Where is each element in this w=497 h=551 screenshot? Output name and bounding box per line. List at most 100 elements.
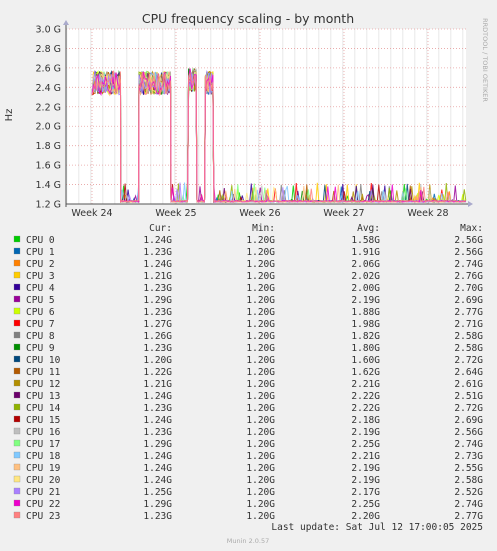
legend-value: 1.22G <box>143 367 172 378</box>
legend-value: 2.19G <box>351 475 380 486</box>
legend-value: 1.20G <box>246 319 275 330</box>
legend-value: 2.77G <box>454 307 483 318</box>
legend-value: 1.24G <box>143 391 172 402</box>
y-tick-label: 2.8 G <box>36 44 62 55</box>
legend-column-header: Avg: <box>357 223 380 234</box>
legend-value: 2.19G <box>351 295 380 306</box>
y-tick-label: 1.6 G <box>36 161 62 172</box>
legend-value: 2.25G <box>351 499 380 510</box>
legend-table: Cur: Min: Avg: Max: CPU 0 1.24G 1.20G 1.58G 2.56… <box>13 223 483 522</box>
legend-value: 2.72G <box>454 355 483 366</box>
legend-value: 2.06G <box>351 259 380 270</box>
legend-value: 1.20G <box>246 367 275 378</box>
x-tick-label: Week 25 <box>155 208 196 219</box>
y-axis-label: Hz <box>4 109 15 122</box>
legend-column-header: Min: <box>252 223 275 234</box>
legend-series-name: CPU 21 <box>26 487 61 498</box>
legend-value: 1.20G <box>246 415 275 426</box>
legend-value: 2.61G <box>454 379 483 390</box>
legend-swatch <box>13 487 21 495</box>
legend-value: 2.76G <box>454 271 483 282</box>
legend-series-name: CPU 17 <box>26 439 60 450</box>
legend-value: 1.20G <box>246 499 275 510</box>
legend-swatch <box>13 391 21 399</box>
legend-value: 1.20G <box>246 403 275 414</box>
legend-value: 2.21G <box>351 451 380 462</box>
y-tick-label: 2.4 G <box>36 83 62 94</box>
legend-series-name: CPU 10 <box>26 355 61 366</box>
y-tick-labels: 3.0 G 2.8 G 2.6 G 2.4 G 2.2 G 2.0 G 1.8 G 1.6 G… <box>36 25 62 211</box>
legend-value: 2.02G <box>351 271 380 282</box>
legend-value: 2.22G <box>351 391 380 402</box>
legend-value: 1.20G <box>143 355 172 366</box>
legend-swatch <box>13 307 21 315</box>
legend-series-name: CPU 6 <box>26 307 55 318</box>
legend-value: 1.20G <box>246 391 275 402</box>
legend-series-name: CPU 8 <box>26 331 55 342</box>
legend-value: 1.23G <box>143 283 172 294</box>
legend-series-name: CPU 16 <box>26 427 61 438</box>
legend-series-name: CPU 7 <box>26 319 55 330</box>
x-tick-label: Week 27 <box>323 208 364 219</box>
legend-value: 1.91G <box>351 247 380 258</box>
legend-swatch <box>13 343 21 351</box>
legend-value: 1.26G <box>143 331 172 342</box>
legend-series-name: CPU 12 <box>26 379 60 390</box>
legend-swatch <box>13 451 21 459</box>
legend-swatch <box>13 355 21 363</box>
legend-swatch <box>13 271 21 279</box>
legend-swatch <box>13 511 21 519</box>
x-tick-labels: Week 24 Week 25 Week 26 Week 27 Week 28 <box>71 208 448 219</box>
legend-value: 1.20G <box>246 271 275 282</box>
legend-value: 2.71G <box>454 319 483 330</box>
legend-value: 2.70G <box>454 283 483 294</box>
legend-value: 1.58G <box>351 235 380 246</box>
legend-series-name: CPU 11 <box>26 367 61 378</box>
legend-value: 1.20G <box>246 235 275 246</box>
legend-value: 2.58G <box>454 331 483 342</box>
legend-series-name: CPU 1 <box>26 247 55 258</box>
legend-value: 1.29G <box>143 499 172 510</box>
legend-swatch <box>13 379 21 387</box>
legend-value: 1.20G <box>246 355 275 366</box>
legend-series-name: CPU 18 <box>26 451 61 462</box>
legend-series-name: CPU 5 <box>26 295 55 306</box>
y-tick-label: 1.8 G <box>36 141 62 152</box>
y-tick-label: 1.4 G <box>36 180 62 191</box>
legend-value: 2.74G <box>454 499 483 510</box>
legend-series-name: CPU 22 <box>26 499 60 510</box>
legend-value: 2.17G <box>351 487 380 498</box>
legend-value: 1.24G <box>143 259 172 270</box>
y-tick-label: 2.6 G <box>36 63 62 74</box>
legend-value: 1.20G <box>246 463 275 474</box>
legend-value: 2.69G <box>454 295 483 306</box>
y-tick-label: 2.2 G <box>36 102 62 113</box>
legend-value: 2.73G <box>454 451 483 462</box>
legend-swatch <box>13 283 21 291</box>
legend-series-name: CPU 23 <box>26 511 60 522</box>
legend-value: 1.20G <box>246 283 275 294</box>
legend-value: 1.20G <box>246 295 275 306</box>
legend-swatch <box>13 427 21 435</box>
legend-value: 1.88G <box>351 307 380 318</box>
legend-column-header: Cur: <box>149 223 172 234</box>
legend-value: 1.24G <box>143 235 172 246</box>
legend-value: 1.20G <box>246 247 275 258</box>
chart-title: CPU frequency scaling - by month <box>142 11 354 26</box>
legend-value: 2.56G <box>454 247 483 258</box>
legend-value: 2.20G <box>351 511 380 522</box>
legend-value: 2.72G <box>454 403 483 414</box>
legend-value: 1.24G <box>143 475 172 486</box>
legend-value: 1.23G <box>143 511 172 522</box>
legend-value: 1.20G <box>246 427 275 438</box>
legend-value: 1.24G <box>143 451 172 462</box>
legend-swatch <box>13 247 21 255</box>
legend-value: 2.00G <box>351 283 380 294</box>
legend-value: 1.29G <box>143 439 172 450</box>
legend-value: 1.23G <box>143 427 172 438</box>
legend-value: 1.25G <box>143 487 172 498</box>
legend-value: 1.62G <box>351 367 380 378</box>
x-tick-label: Week 24 <box>71 208 112 219</box>
legend-value: 1.20G <box>246 343 275 354</box>
legend-value: 1.20G <box>246 475 275 486</box>
